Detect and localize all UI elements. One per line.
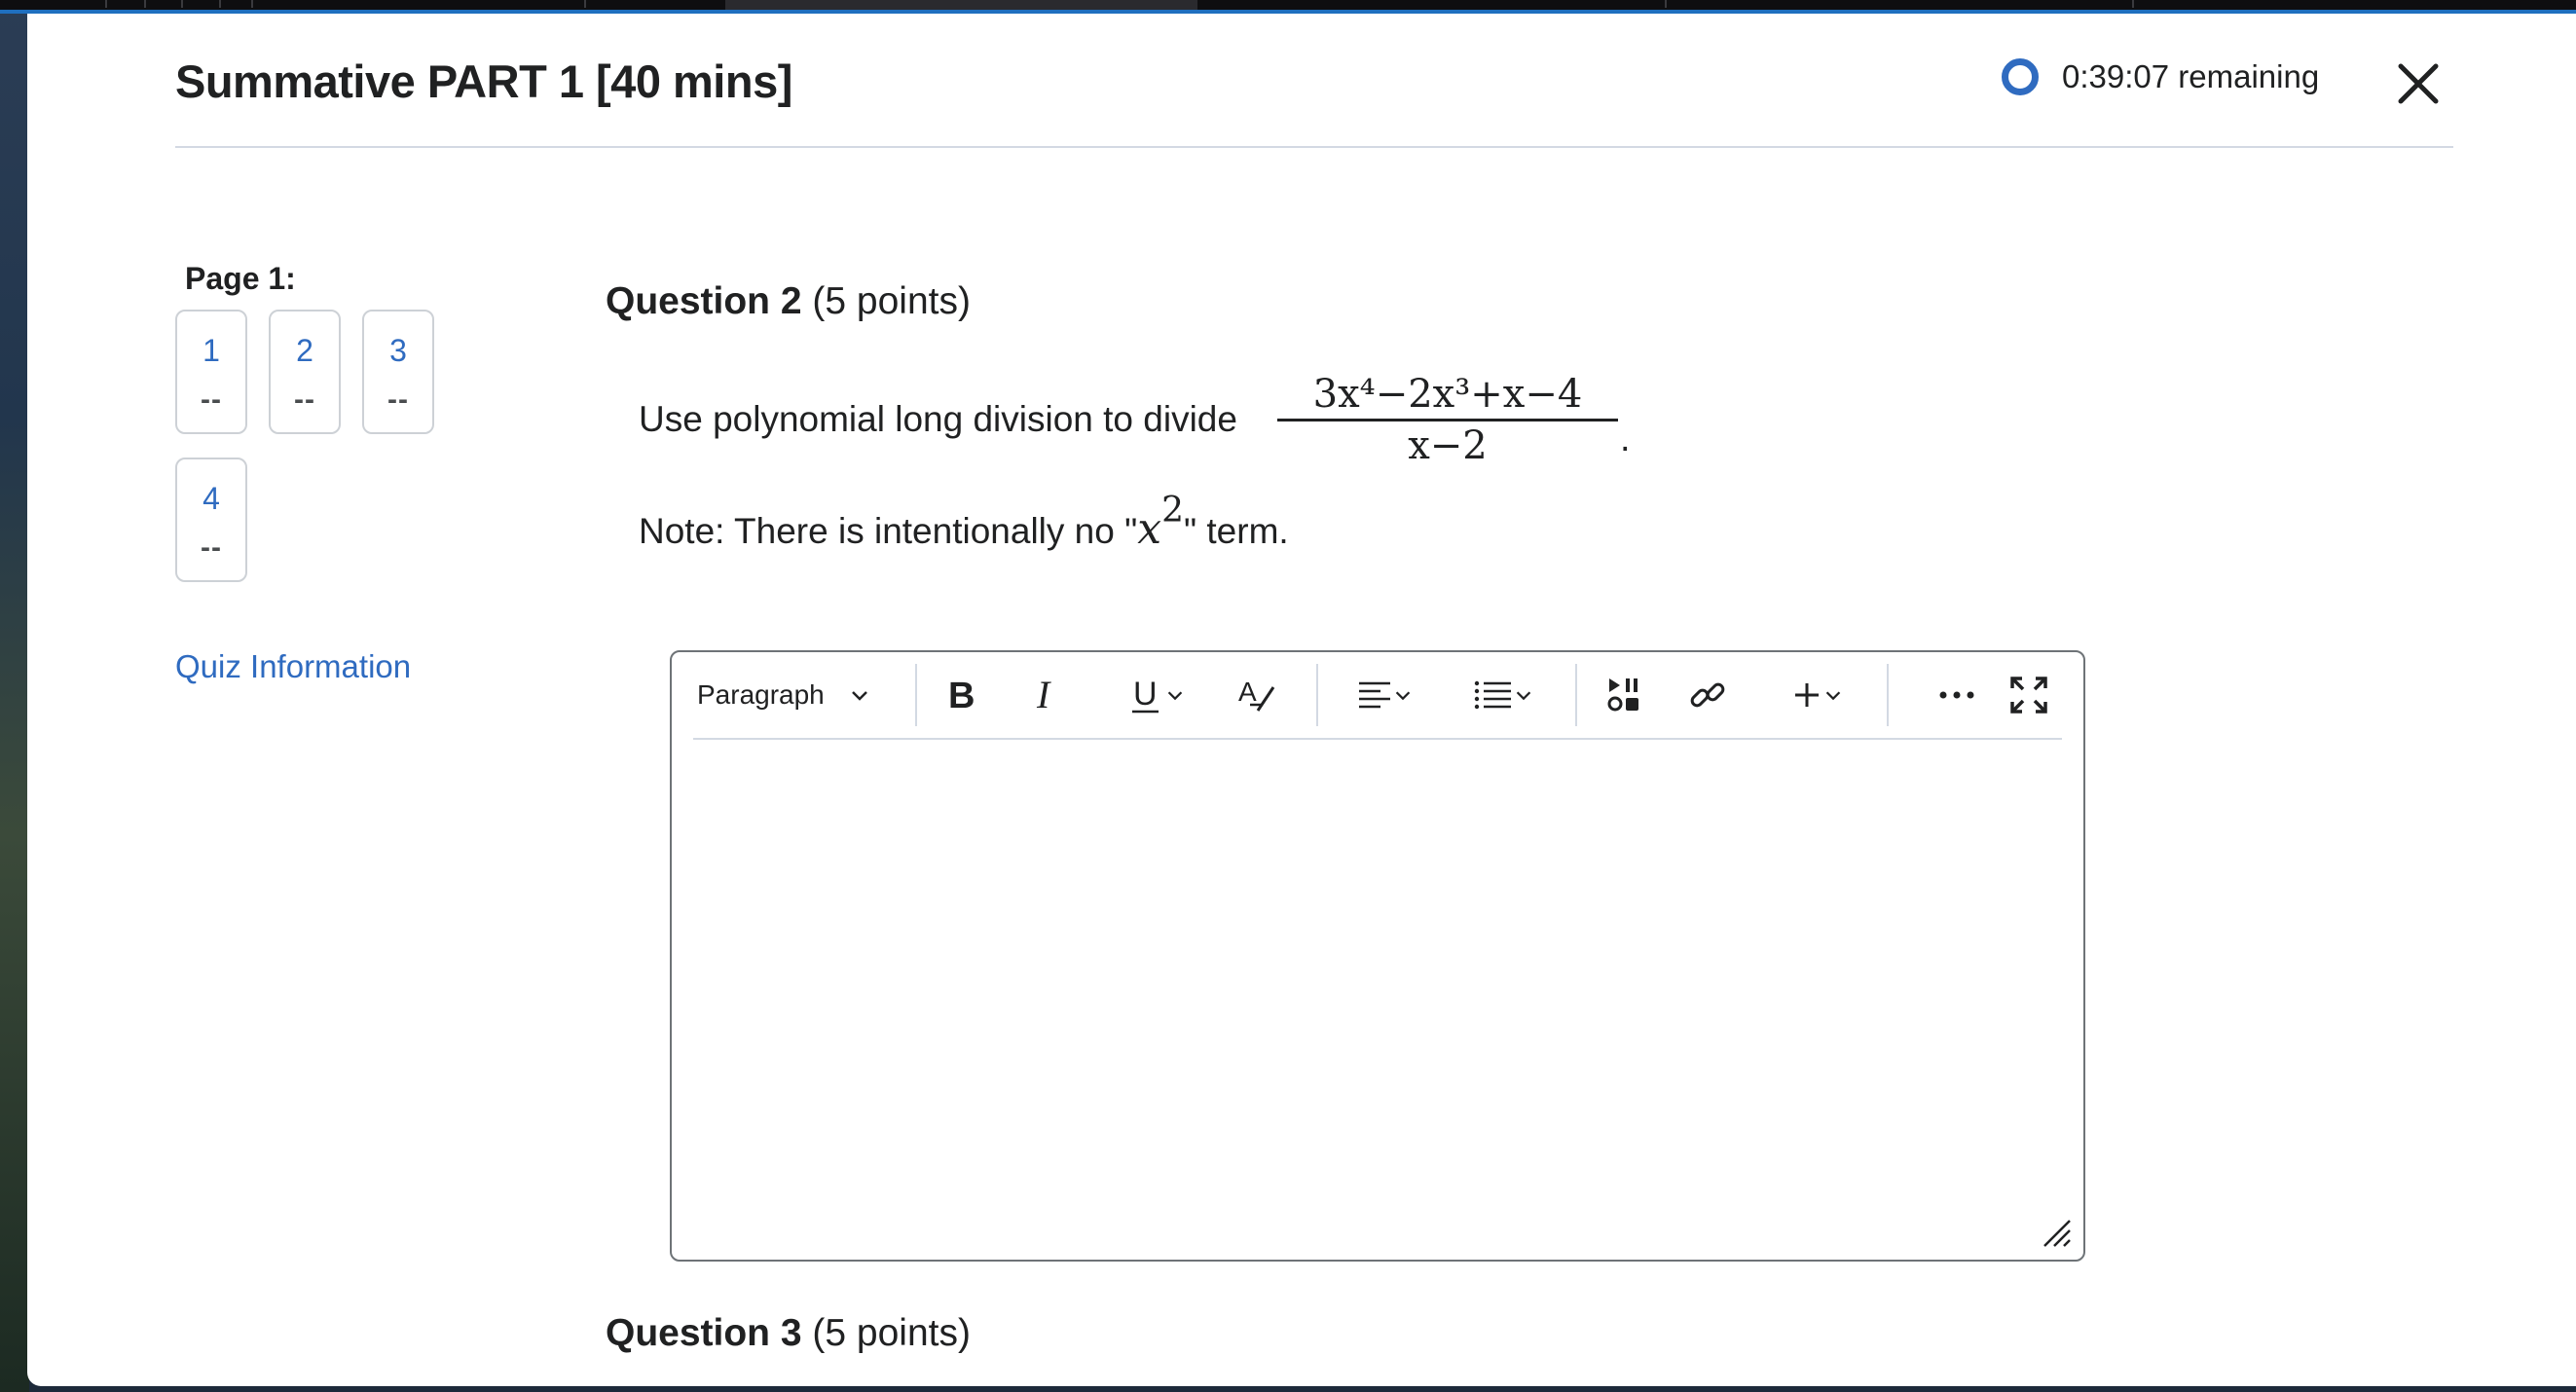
editor-toolbar: Paragraph B I U A — [672, 652, 2083, 740]
resize-handle[interactable] — [2041, 1217, 2072, 1248]
question-nav-status: -- — [387, 384, 409, 416]
bold-button[interactable]: B — [933, 666, 991, 724]
browser-tab-strip — [0, 0, 2576, 14]
question-nav-number: 2 — [296, 333, 313, 368]
tab-divider — [584, 0, 586, 8]
fraction-numerator: 3x⁴−2x³+x−4 — [1312, 372, 1583, 417]
note-variable: x — [1137, 504, 1162, 554]
question-nav-number: 1 — [202, 333, 220, 368]
toolbar-separator — [1887, 664, 1889, 726]
align-dropdown[interactable] — [1343, 666, 1427, 724]
toolbar-separator — [1575, 664, 1577, 726]
quiz-information-link[interactable]: Quiz Information — [175, 648, 411, 685]
math-fraction: 3x⁴−2x³+x−4 x−2 — [1277, 372, 1618, 468]
question-3-heading: Question 3 (5 points) — [606, 1312, 971, 1355]
question-label: Question 2 — [606, 280, 802, 322]
page-label: Page 1: — [185, 261, 296, 296]
tab-divider — [1665, 0, 1667, 8]
note-suffix: " term. — [1183, 511, 1289, 551]
more-options-button[interactable] — [1928, 666, 1986, 724]
list-icon — [1474, 680, 1511, 710]
timer-text: 0:39:07 remaining — [2062, 58, 2320, 94]
answer-editor[interactable]: Paragraph B I U A — [670, 650, 2085, 1262]
italic-button[interactable]: I — [1016, 666, 1075, 724]
header-divider — [175, 146, 2453, 148]
fullscreen-icon — [2010, 677, 2047, 714]
underline-dropdown[interactable]: U — [1116, 666, 1199, 724]
bold-icon: B — [948, 676, 975, 714]
browser-tab-active[interactable] — [725, 0, 1197, 10]
note-exponent: 2 — [1161, 491, 1184, 531]
question-note: Note: There is intentionally no "x2" ter… — [639, 491, 1289, 554]
insert-link-button[interactable] — [1678, 666, 1737, 724]
tab-divider — [144, 0, 146, 8]
align-icon — [1359, 681, 1390, 709]
question-nav-number: 4 — [202, 481, 220, 516]
block-format-label: Paragraph — [697, 679, 825, 710]
question-nav-status: -- — [201, 384, 222, 416]
fullscreen-button[interactable] — [2000, 666, 2058, 724]
question-nav-number: 3 — [389, 333, 407, 368]
question-points: (5 points) — [812, 1312, 971, 1354]
question-nav-status: -- — [201, 531, 222, 564]
close-icon — [2398, 63, 2439, 104]
svg-text:I: I — [1036, 676, 1051, 714]
toolbar-separator — [1316, 664, 1318, 726]
quiz-dialog: Summative PART 1 [40 mins] 0:39:07 remai… — [27, 14, 2576, 1386]
question-points: (5 points) — [812, 280, 971, 322]
question-nav-3[interactable]: 3 -- — [362, 310, 434, 434]
tab-divider — [2132, 0, 2134, 8]
chevron-down-icon — [1825, 691, 1841, 701]
quiz-timer: 0:39:07 remaining — [2002, 58, 2319, 95]
insert-dropdown[interactable] — [1776, 666, 1859, 724]
fraction-denominator: x−2 — [1408, 423, 1488, 468]
block-format-dropdown[interactable]: Paragraph — [697, 666, 892, 724]
question-nav-status: -- — [294, 384, 315, 416]
svg-text:A: A — [1238, 677, 1257, 707]
underline-icon: U — [1132, 676, 1159, 714]
insert-media-button[interactable] — [1597, 666, 1655, 724]
tab-divider — [105, 0, 107, 8]
chevron-down-icon — [1167, 691, 1183, 701]
question-label: Question 3 — [606, 1312, 802, 1354]
list-dropdown[interactable] — [1460, 666, 1548, 724]
toolbar-separator — [915, 664, 917, 726]
svg-text:U: U — [1133, 676, 1158, 713]
note-prefix: Note: There is intentionally no " — [639, 511, 1138, 551]
question-nav-1[interactable]: 1 -- — [175, 310, 247, 434]
sentence-period: . — [1620, 419, 1631, 459]
chevron-down-icon — [1516, 691, 1531, 701]
timer-ring-icon — [2002, 58, 2039, 95]
resize-handle-icon — [2043, 1220, 2071, 1247]
clear-format-button[interactable]: A — [1229, 666, 1287, 724]
chevron-down-icon — [851, 691, 867, 701]
italic-icon: I — [1036, 676, 1051, 714]
desktop-background — [0, 0, 29, 1392]
quiz-title: Summative PART 1 [40 mins] — [175, 55, 792, 107]
tab-divider — [251, 0, 253, 8]
more-icon — [1939, 691, 1974, 699]
svg-text:B: B — [948, 676, 975, 714]
link-icon — [1690, 682, 1725, 708]
insert-media-icon — [1607, 678, 1638, 712]
question-2-heading: Question 2 (5 points) — [606, 280, 971, 323]
editor-content-area[interactable] — [693, 750, 2062, 1221]
chevron-down-icon — [1395, 691, 1411, 701]
toolbar-divider — [693, 738, 2062, 740]
question-nav-2[interactable]: 2 -- — [269, 310, 341, 434]
question-nav-4[interactable]: 4 -- — [175, 458, 247, 582]
close-button[interactable] — [2391, 56, 2446, 111]
tab-divider — [181, 0, 183, 8]
clear-format-icon: A — [1238, 677, 1275, 712]
question-prompt: Use polynomial long division to divide — [639, 399, 1237, 439]
plus-icon — [1795, 683, 1819, 707]
tab-divider — [219, 0, 221, 8]
